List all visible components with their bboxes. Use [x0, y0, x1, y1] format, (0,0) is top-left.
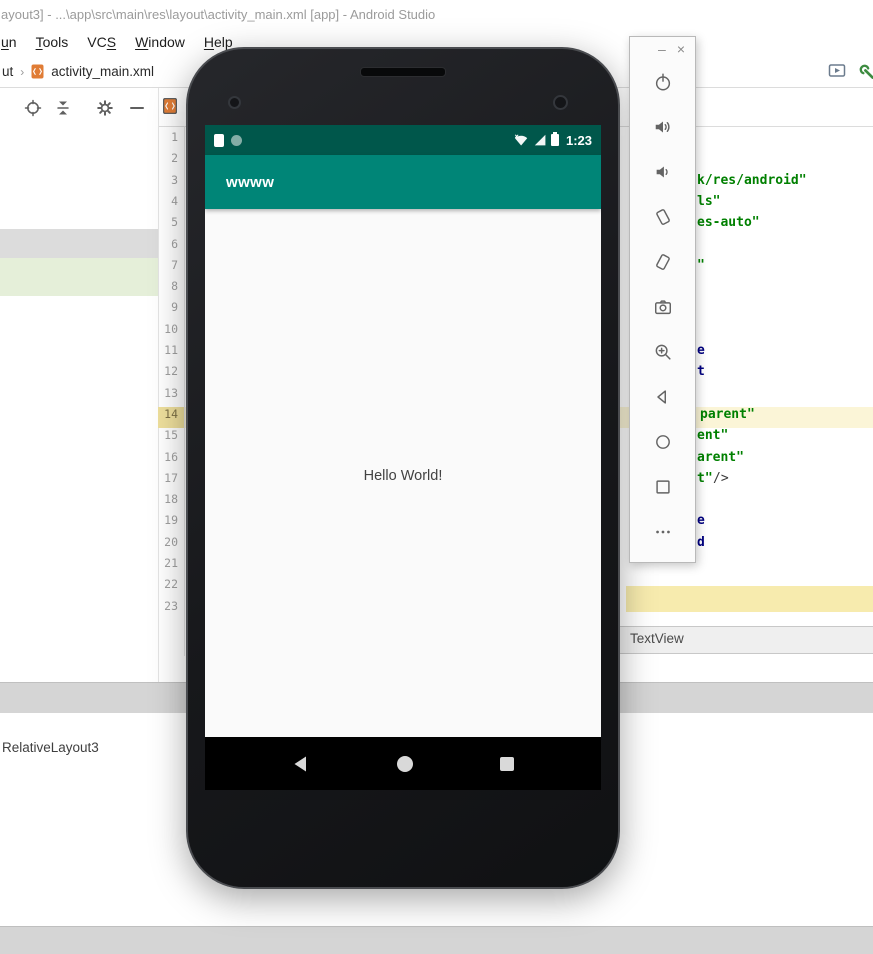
code-fragment: t [697, 364, 705, 380]
line-number: 23 [164, 598, 178, 613]
recents-button[interactable] [499, 756, 514, 771]
minus-icon[interactable] [128, 99, 146, 117]
code-fragment: /> [713, 470, 729, 486]
collapse-icon[interactable] [54, 99, 72, 117]
emulator-phone-frame: 1:23 wwww Hello World! [186, 47, 620, 889]
code-fragment: " [697, 257, 705, 273]
line-number: 13 [164, 385, 178, 400]
menu-un[interactable]: un [0, 31, 27, 53]
breadcrumb-prefix[interactable]: ut [2, 64, 13, 79]
more-icon[interactable] [648, 517, 678, 547]
code-fragment: ls" [697, 193, 721, 209]
zoom-icon[interactable] [648, 337, 678, 367]
menu-window[interactable]: Window [126, 31, 195, 53]
overview-icon[interactable] [648, 472, 678, 502]
status-strip [0, 926, 873, 954]
app-bar: wwww [205, 155, 601, 209]
line-number: 9 [171, 300, 178, 315]
code-fragment: k/res/android" [697, 172, 807, 188]
line-number: 2 [171, 151, 178, 166]
code-fragment: parent" [700, 406, 755, 422]
line-number: 6 [171, 236, 178, 251]
line-number: 10 [164, 321, 178, 336]
minimize-button[interactable]: – [658, 42, 666, 56]
component-tree-item[interactable]: RelativeLayout3 [2, 740, 99, 755]
camera-icon[interactable] [648, 292, 678, 322]
phone-screen[interactable]: 1:23 wwww Hello World! [205, 125, 601, 790]
wifi-off-icon [514, 134, 529, 146]
power-icon[interactable] [648, 67, 678, 97]
line-number: 8 [171, 279, 178, 294]
home-button[interactable] [396, 755, 413, 772]
app-content[interactable]: Hello World! [205, 209, 601, 737]
code-fragment: e [697, 343, 705, 358]
sensor-dot [553, 95, 568, 110]
volume-up-icon[interactable] [648, 112, 678, 142]
breadcrumb-file[interactable]: activity_main.xml [51, 64, 154, 79]
line-number: 4 [171, 193, 178, 208]
back-icon[interactable] [648, 382, 678, 412]
volume-down-icon[interactable] [648, 157, 678, 187]
line-number: 1 [171, 130, 178, 144]
line-number: 19 [164, 513, 178, 528]
code-fragment: arent" [697, 449, 744, 465]
window-title: ayout3] - ...\app\src\main\res\layout\ac… [1, 7, 436, 22]
emulator-toolbar: – × [629, 36, 696, 563]
menu-vcs[interactable]: VCS [78, 31, 126, 53]
back-button[interactable] [292, 755, 309, 773]
notification-dot-icon [231, 134, 242, 146]
rotate-left-icon[interactable] [648, 202, 678, 232]
line-number: 21 [164, 556, 178, 570]
line-number: 12 [164, 364, 178, 379]
run-device-icon[interactable] [828, 63, 848, 81]
line-number: 16 [164, 449, 178, 464]
code-fragment: t" [697, 470, 713, 486]
android-nav-bar [205, 737, 601, 790]
close-button[interactable]: × [677, 42, 685, 56]
signal-icon [534, 134, 546, 146]
wrench-icon[interactable] [856, 61, 873, 79]
gutter: 1 2 3 4 5 6 7 8 9 10 11 12 13 14 15 16 17 18 19 20 21 22 23 [158, 130, 184, 625]
line-number: 15 [164, 428, 178, 443]
line-number: 3 [171, 172, 178, 187]
menu-tools[interactable]: Tools [27, 31, 79, 53]
code-fragment: d [697, 534, 705, 550]
chevron-right-icon: › [20, 64, 25, 79]
line-number: 14 [158, 406, 184, 428]
gear-icon[interactable] [96, 99, 114, 117]
xml-file-icon [31, 64, 44, 79]
clock-text: 1:23 [565, 132, 592, 148]
home-icon[interactable] [648, 427, 678, 457]
hello-world-text: Hello World! [363, 468, 443, 484]
phone-status-bar: 1:23 [205, 125, 601, 155]
battery-icon [550, 132, 559, 146]
front-camera [228, 96, 241, 109]
app-title: wwww [226, 173, 275, 191]
editor-tab-file-icon[interactable] [162, 97, 181, 116]
notification-card-icon [214, 133, 224, 147]
target-icon[interactable] [24, 99, 42, 117]
code-fragment: e [697, 513, 705, 529]
window-title-bar: ayout3] - ...\app\src\main\res\layout\ac… [0, 0, 873, 28]
code-fragment: es-auto" [697, 215, 760, 231]
line-number: 20 [164, 534, 178, 549]
speaker-grill [360, 67, 446, 77]
line-number: 7 [171, 257, 178, 272]
line-number: 17 [164, 470, 178, 485]
code-fragment: ent" [697, 428, 729, 444]
line-number: 5 [171, 215, 178, 230]
line-number: 22 [164, 577, 178, 592]
line-number: 18 [164, 492, 178, 507]
line-number: 11 [164, 343, 178, 357]
rotate-right-icon[interactable] [648, 247, 678, 277]
